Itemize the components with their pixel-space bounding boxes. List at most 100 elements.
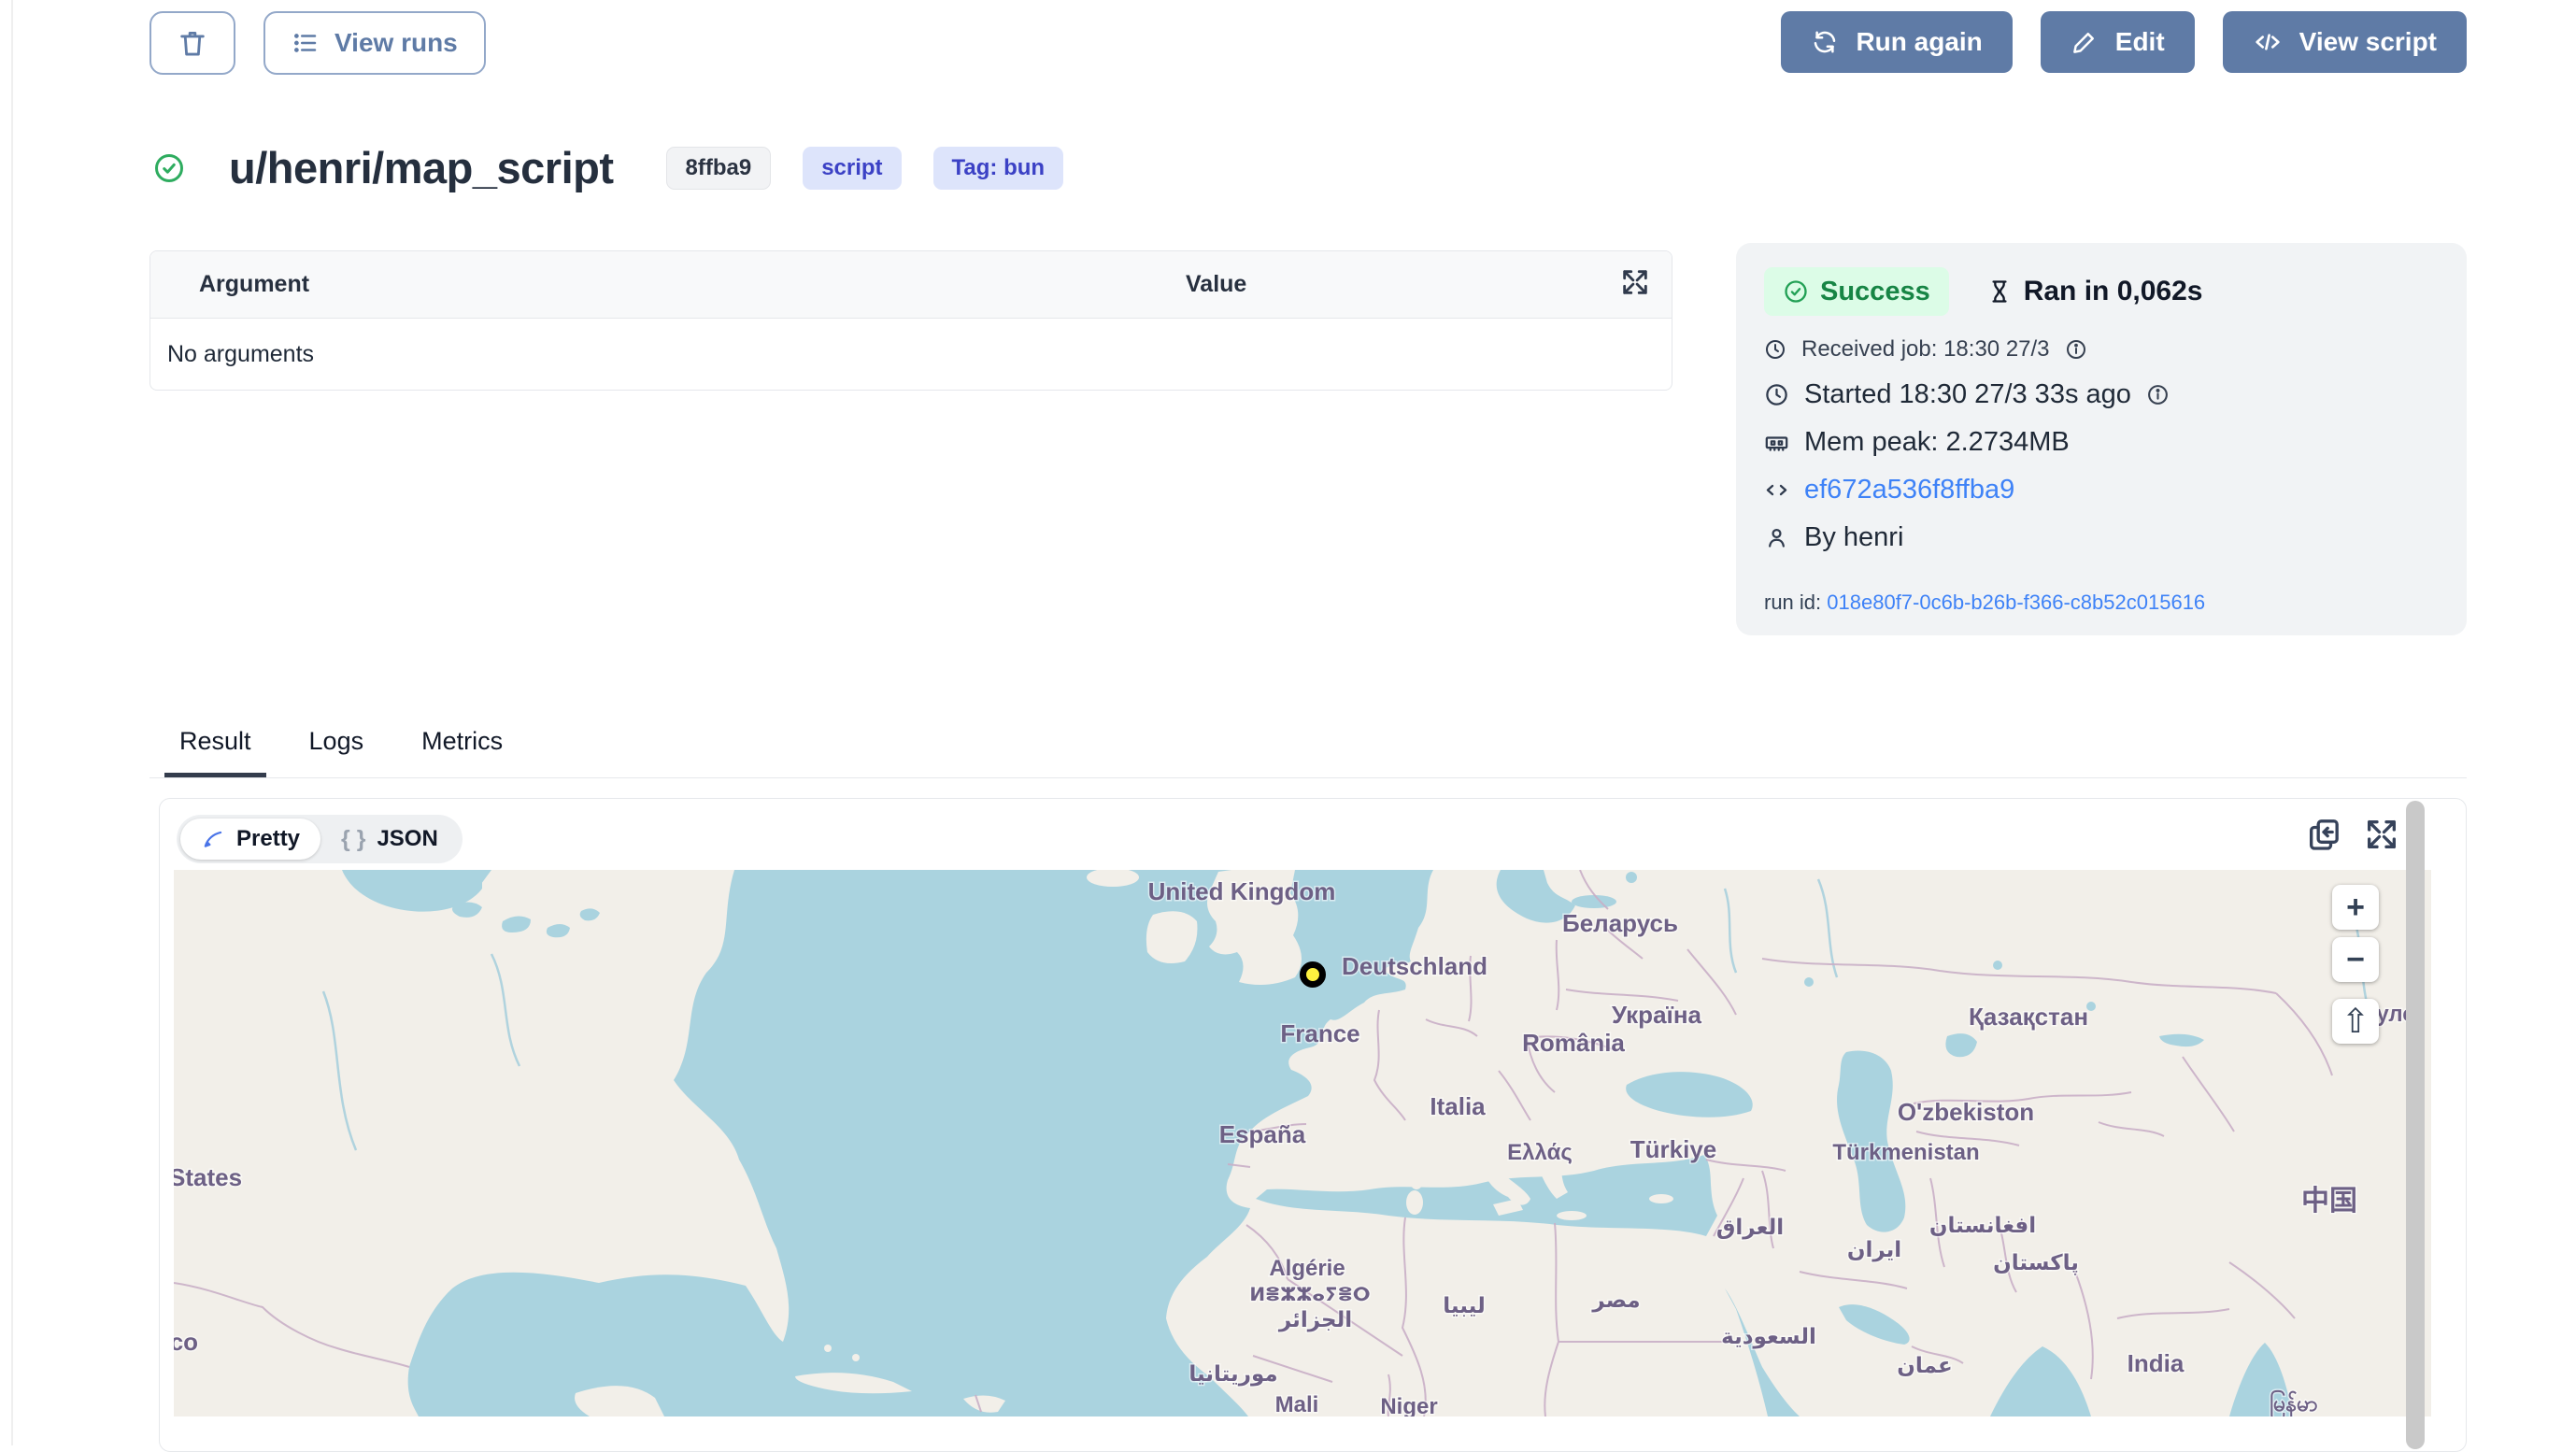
map-label: افغانستان: [1929, 1213, 2036, 1237]
map-label: Беларусь: [1562, 909, 1678, 937]
title-row: u/henri/map_script 8ffba9 script Tag: bu…: [152, 142, 1063, 193]
col-value: Value: [1186, 271, 1246, 298]
tab-logs[interactable]: Logs: [294, 727, 379, 777]
map-label: ایران: [1847, 1237, 1901, 1262]
arguments-table: Argument Value No arguments: [149, 250, 1672, 391]
script-hash-link[interactable]: ef672a536f8ffba9: [1804, 475, 2014, 505]
map-label: Україна: [1612, 1001, 1702, 1029]
map-label: عمان: [1897, 1353, 1952, 1377]
map-label: Algérie: [1269, 1256, 1345, 1281]
map-marker[interactable]: [1303, 965, 1323, 985]
edit-button[interactable]: Edit: [2041, 11, 2195, 73]
world-map-svg: United Kingdom Беларусь Deutschland France У…: [174, 870, 2431, 1416]
view-script-label: View script: [2299, 27, 2437, 57]
run-again-button[interactable]: Run again: [1781, 11, 2012, 73]
page-left-divider: [11, 0, 13, 1445]
view-runs-button[interactable]: View runs: [263, 11, 486, 75]
json-toggle[interactable]: { } JSON: [320, 819, 459, 860]
copy-result-icon[interactable]: [2305, 816, 2342, 853]
pen-icon: [201, 827, 225, 851]
map-label: Türkiye: [1630, 1135, 1717, 1163]
expand-result-icon[interactable]: [2363, 816, 2400, 853]
memory-icon: [1764, 430, 1789, 455]
map-label: السعودية: [1721, 1324, 1816, 1349]
tag-badge: Tag: bun: [933, 147, 1064, 190]
pencil-icon: [2071, 28, 2099, 56]
hourglass-icon: [1986, 278, 2013, 305]
map-label: România: [1522, 1029, 1625, 1057]
map-label: မြန်မာ: [2270, 1390, 2318, 1416]
zoom-out-button[interactable]: −: [2332, 937, 2379, 982]
map-label: الجزائر: [1278, 1307, 1352, 1332]
table-row: No arguments: [150, 319, 1672, 390]
map-label: United States: [174, 1163, 242, 1191]
view-script-button[interactable]: View script: [2223, 11, 2467, 73]
view-runs-label: View runs: [334, 28, 458, 58]
result-tabs: Result Logs Metrics: [149, 727, 2467, 778]
trash-icon: [177, 27, 208, 59]
tab-metrics[interactable]: Metrics: [406, 727, 518, 777]
top-toolbar: View runs Run again Edit View script: [149, 11, 2467, 75]
map-label: France: [1280, 1019, 1359, 1047]
run-info-panel: Success Ran in 0,062s Received job: 18:3…: [1736, 243, 2467, 635]
map-label: Ελλάς: [1507, 1140, 1573, 1165]
map-label: العراق: [1716, 1215, 1784, 1240]
map-label: México: [174, 1328, 198, 1356]
reset-view-button[interactable]: ⇧: [2332, 999, 2379, 1044]
map-controls: + − ⇧: [2332, 885, 2379, 1051]
pretty-toggle[interactable]: Pretty: [180, 819, 320, 860]
refresh-icon: [1811, 28, 1839, 56]
map-label: India: [2128, 1349, 2185, 1377]
status-text: Success: [1820, 277, 1930, 307]
map-label: Mali: [1275, 1392, 1319, 1416]
map-label: España: [1219, 1120, 1306, 1148]
info-icon[interactable]: [2065, 338, 2087, 361]
tab-result[interactable]: Result: [164, 727, 266, 777]
pretty-label: Pretty: [236, 826, 300, 852]
result-card: United Kingdom Беларусь Deutschland France У…: [159, 798, 2467, 1452]
map-label: Niger: [1380, 1394, 1437, 1416]
map-label: Қазақстан: [1969, 1003, 2088, 1031]
check-circle-icon: [152, 151, 186, 185]
page-title: u/henri/map_script: [229, 142, 614, 193]
code-icon: [2253, 27, 2283, 57]
edit-label: Edit: [2115, 27, 2165, 57]
received-text: Received job: 18:30 27/3: [1801, 336, 2050, 363]
run-id-label: run id:: [1764, 591, 1821, 614]
map-label: مصر: [1591, 1288, 1640, 1313]
result-view-toggle: Pretty { } JSON: [177, 815, 463, 863]
zoom-in-button[interactable]: +: [2332, 885, 2379, 930]
col-argument: Argument: [150, 271, 309, 298]
info-icon[interactable]: [2146, 383, 2170, 406]
delete-button[interactable]: [149, 11, 235, 75]
author-text: By henri: [1804, 522, 1903, 553]
result-map[interactable]: United Kingdom Беларусь Deutschland France У…: [174, 870, 2431, 1416]
json-label: JSON: [377, 826, 437, 852]
map-label: Türkmenistan: [1832, 1140, 1979, 1165]
map-label: O'zbekiston: [1898, 1098, 2034, 1126]
map-label: ليبيا: [1443, 1293, 1485, 1317]
duration-text: Ran in 0,062s: [2024, 276, 2203, 307]
hash-badge: 8ffba9: [666, 147, 772, 190]
clock-icon: [1764, 382, 1789, 407]
run-again-label: Run again: [1856, 27, 1982, 57]
result-scrollbar[interactable]: [2406, 801, 2425, 1449]
map-label: موريتانيا: [1188, 1361, 1277, 1387]
list-icon: [292, 29, 320, 57]
no-arguments-text: No arguments: [167, 341, 314, 368]
map-label: United Kingdom: [1148, 877, 1336, 905]
success-check-icon: [1783, 278, 1809, 305]
map-label: Deutschland: [1342, 952, 1487, 980]
status-badge: Success: [1764, 267, 1949, 316]
kind-badge: script: [803, 147, 901, 190]
map-label: ⵍⴻⵣⵣⴰⵢⴻⵔ: [1249, 1285, 1370, 1305]
map-label: 中国: [2301, 1186, 2357, 1217]
code-icon: [1764, 477, 1789, 503]
person-icon: [1764, 525, 1789, 550]
expand-icon[interactable]: [1619, 266, 1651, 298]
started-text: Started 18:30 27/3 33s ago: [1804, 379, 2131, 410]
mem-peak-text: Mem peak: 2.2734MB: [1804, 427, 2070, 458]
braces-icon: { }: [341, 826, 365, 853]
run-id-link[interactable]: 018e80f7-0c6b-b26b-f366-c8b52c015616: [1827, 591, 2205, 614]
clock-icon: [1764, 338, 1786, 361]
